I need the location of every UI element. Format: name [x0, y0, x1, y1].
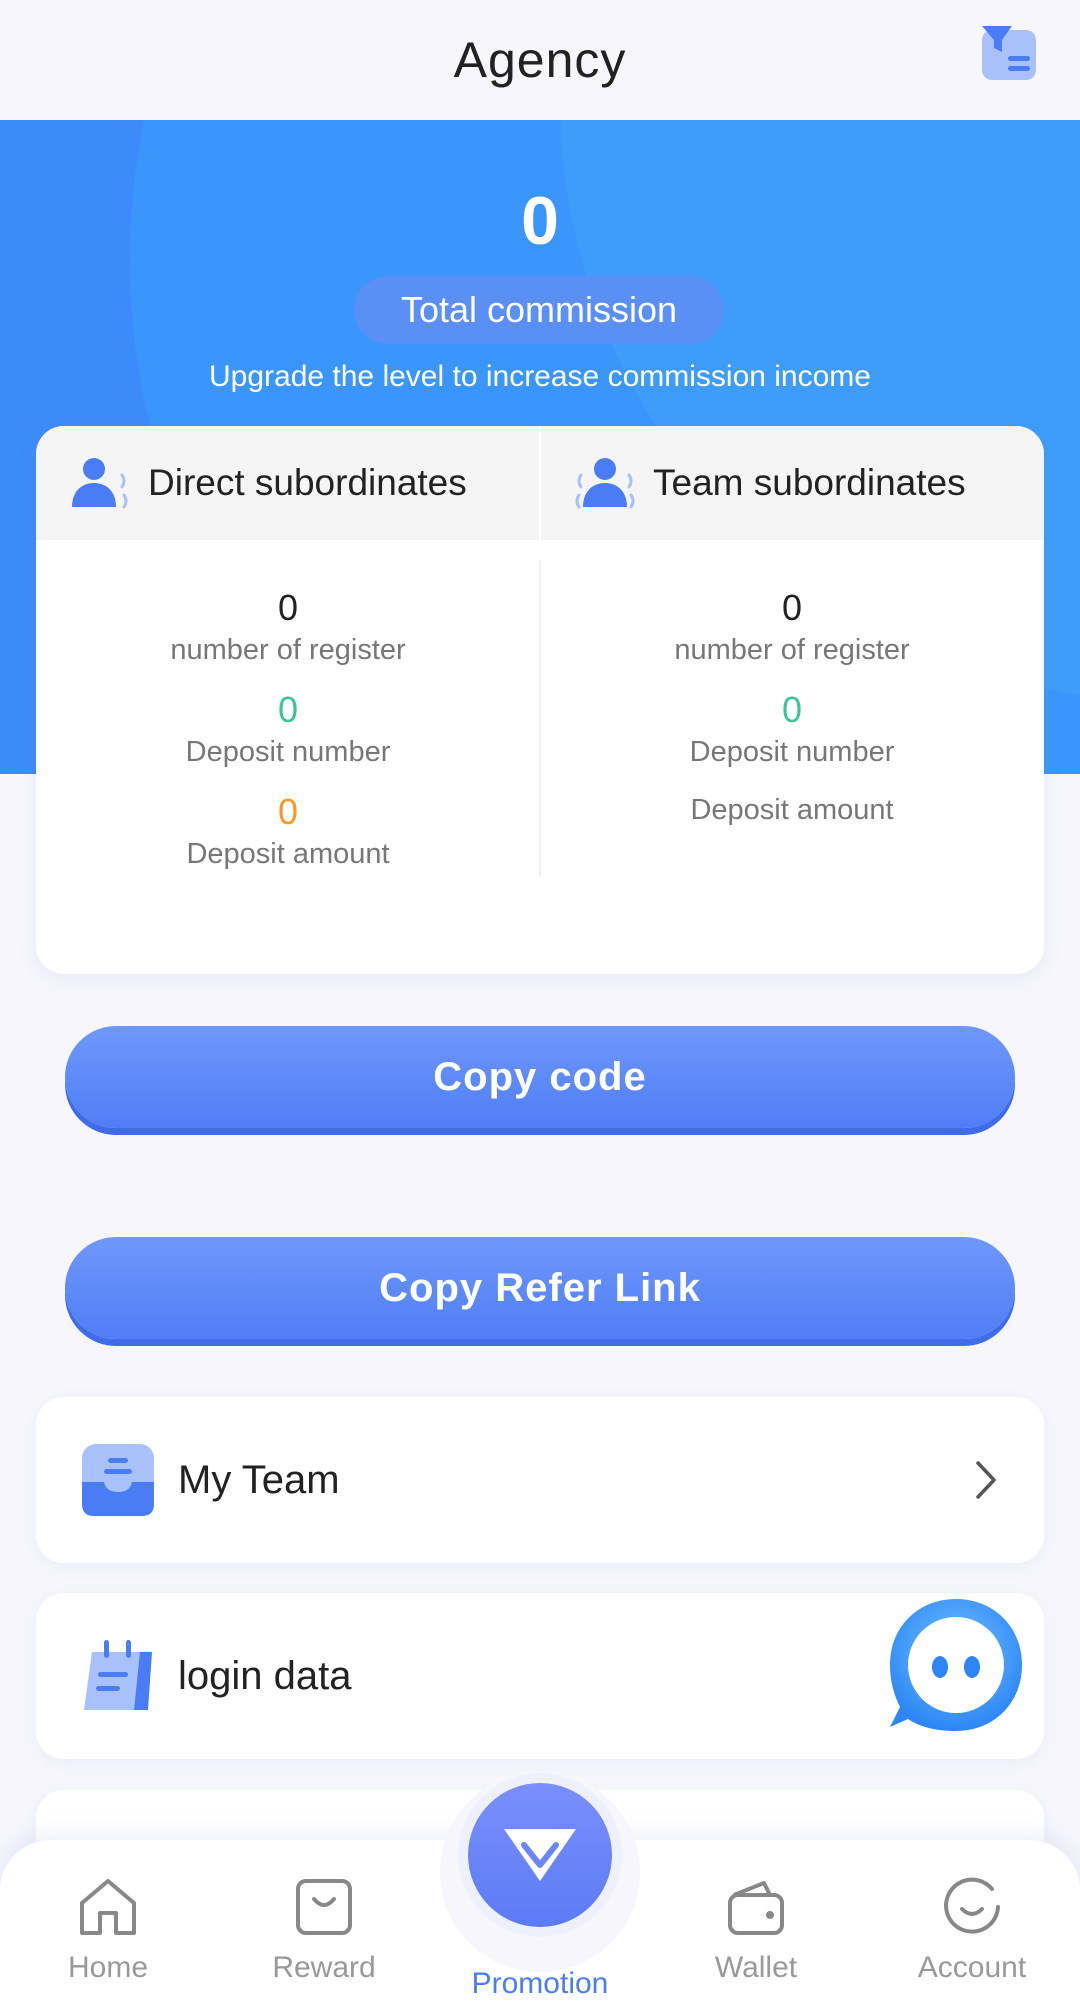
nav-promotion-label: Promotion	[471, 1967, 609, 2000]
menu-item-my-team[interactable]: My Team	[36, 1397, 1044, 1563]
team-deposit-amount-label: Deposit amount	[690, 794, 894, 826]
menu-item-label: My Team	[178, 1457, 340, 1502]
promotion-center-button[interactable]	[468, 1783, 612, 1927]
nav-promotion[interactable]: Promotion	[440, 1955, 640, 2001]
subordinates-header: Direct subordinates Team subordinates	[36, 426, 1044, 540]
direct-deposit-amount-value: 0	[277, 791, 299, 832]
filter-list-icon[interactable]	[978, 22, 1040, 84]
team-icon	[575, 458, 635, 509]
direct-register-label: number of register	[170, 634, 406, 666]
direct-register-value: 0	[277, 587, 299, 628]
page-title: Agency	[453, 32, 627, 88]
team-subordinates-title: Team subordinates	[653, 462, 966, 503]
team-subordinates-tab: Team subordinates	[539, 426, 1044, 540]
calendar-icon	[84, 1640, 152, 1710]
team-register-label: number of register	[674, 634, 910, 666]
team-stats-column: 0 number of register 0 Deposit number De…	[540, 540, 1044, 892]
home-icon	[80, 1879, 136, 1935]
direct-subordinates-title: Direct subordinates	[148, 462, 467, 503]
copy-refer-link-button[interactable]: Copy Refer Link	[65, 1237, 1015, 1339]
account-icon	[944, 1877, 1000, 1934]
nav-reward[interactable]: Reward	[224, 1875, 424, 1985]
subordinates-body: 0 number of register 0 Deposit number 0 …	[36, 540, 1044, 892]
total-commission-value: 0	[521, 183, 559, 259]
diamond-icon	[504, 1829, 576, 1881]
chevron-right-icon	[976, 1461, 996, 1499]
nav-account-label: Account	[917, 1951, 1027, 1984]
app-header: Agency	[0, 0, 1080, 120]
nav-wallet[interactable]: Wallet	[656, 1875, 856, 1985]
chat-support-icon[interactable]	[886, 1595, 1026, 1735]
team-register-value: 0	[781, 587, 803, 628]
direct-deposit-number-label: Deposit number	[185, 736, 391, 768]
direct-subordinates-tab: Direct subordinates	[36, 426, 539, 540]
menu-item-label: login data	[178, 1653, 352, 1698]
user-icon	[72, 458, 128, 509]
subordinates-card: Direct subordinates Team subordinates 0 …	[36, 426, 1044, 974]
nav-home-label: Home	[67, 1951, 149, 1984]
total-commission-label: Total commission	[354, 276, 724, 344]
nav-reward-label: Reward	[272, 1951, 376, 1984]
upgrade-note: Upgrade the level to increase commission…	[209, 360, 871, 393]
copy-code-button[interactable]: Copy code	[65, 1026, 1015, 1128]
nav-home[interactable]: Home	[8, 1875, 208, 1985]
shopping-bag-icon	[296, 1879, 352, 1935]
direct-stats-column: 0 number of register 0 Deposit number 0 …	[36, 540, 540, 892]
direct-deposit-amount-label: Deposit amount	[186, 838, 390, 870]
column-divider	[539, 560, 541, 876]
team-deposit-number-value: 0	[781, 689, 803, 730]
inbox-icon	[82, 1444, 154, 1516]
team-deposit-number-label: Deposit number	[689, 736, 895, 768]
nav-wallet-label: Wallet	[714, 1951, 798, 1984]
direct-deposit-number-value: 0	[277, 689, 299, 730]
wallet-icon	[728, 1881, 784, 1935]
nav-account[interactable]: Account	[872, 1875, 1072, 1985]
